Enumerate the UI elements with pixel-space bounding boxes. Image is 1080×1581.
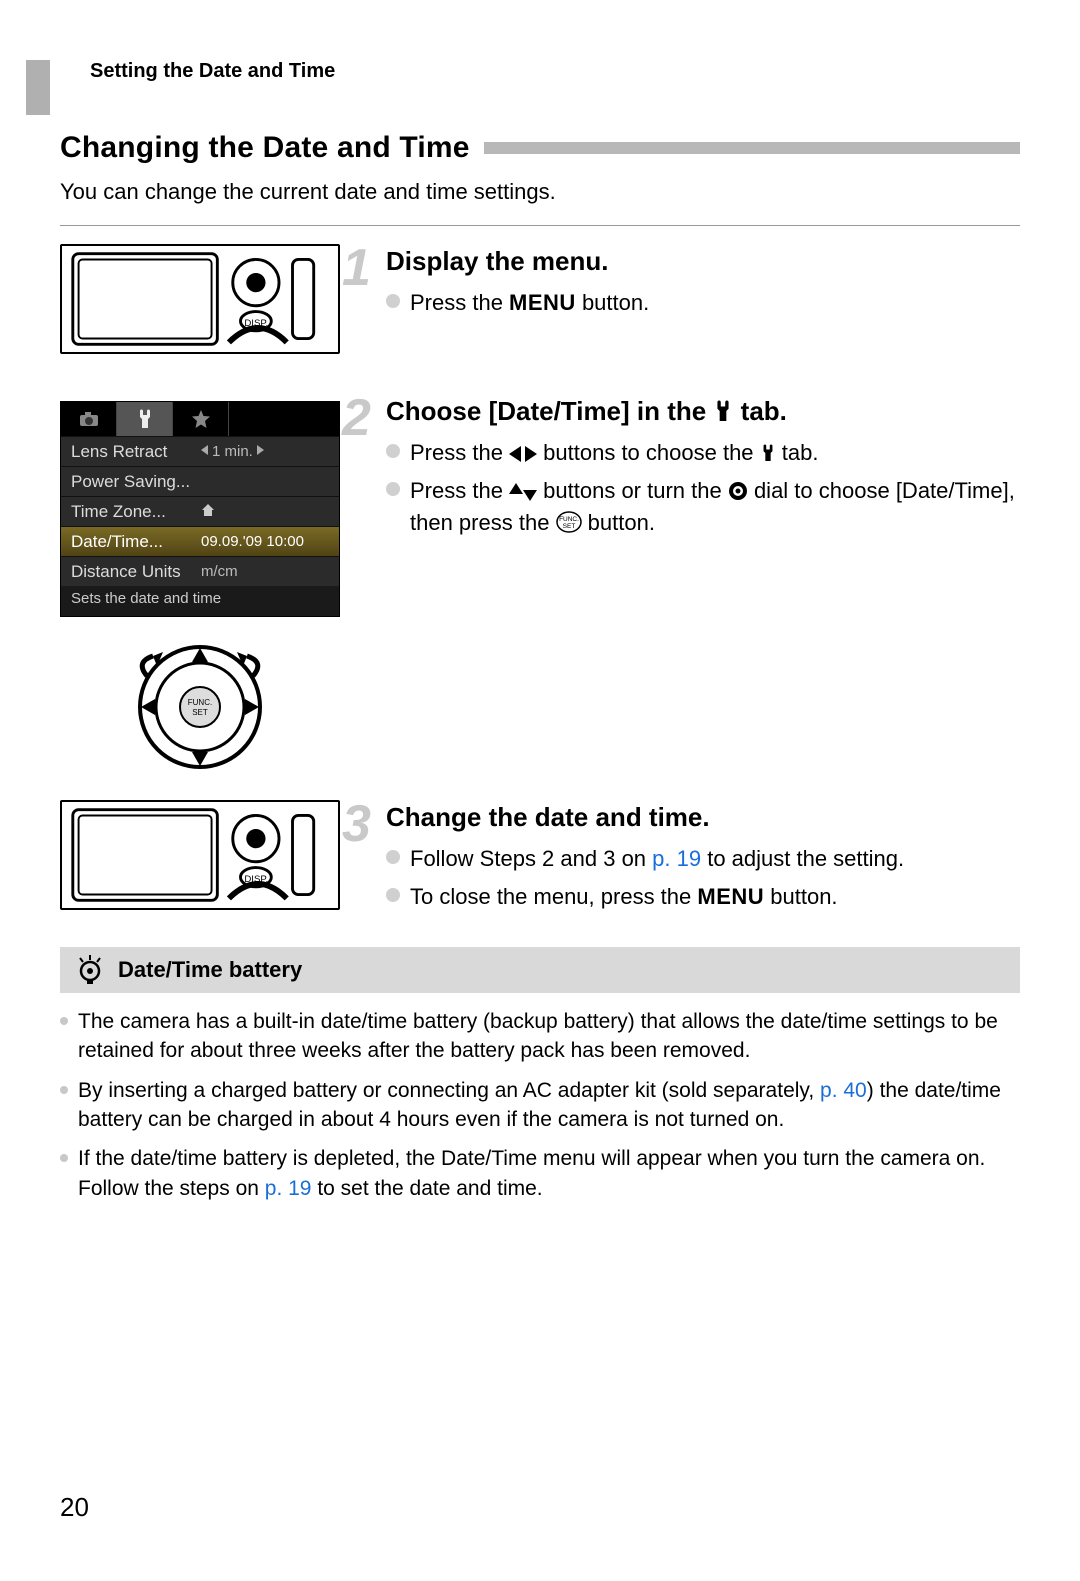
illustration-camera-back-2: DISP.	[60, 800, 340, 910]
bullet-dot	[60, 1017, 68, 1025]
up-down-arrows-icon	[509, 483, 537, 501]
text: button.	[582, 510, 655, 535]
step2-bullet2: Press the buttons or turn the dial to ch…	[386, 475, 1020, 539]
text: Press the	[410, 440, 509, 465]
menu-tab-tools	[117, 402, 173, 436]
tip-header: Date/Time battery	[60, 947, 1020, 993]
tip-title: Date/Time battery	[118, 957, 302, 983]
menu-row-date-time: Date/Time... 09.09.'09 10:00	[61, 526, 339, 556]
text: To close the menu, press the	[410, 884, 697, 909]
tools-tab-icon	[713, 399, 733, 423]
step1-bullet1: Press the MENU button.	[386, 287, 1020, 319]
illustration-camera-back-1: DISP.	[60, 244, 340, 354]
left-right-arrows-icon	[509, 445, 537, 463]
text: By inserting a charged battery or connec…	[78, 1079, 820, 1102]
text: tab.	[776, 440, 819, 465]
menu-row-distance-units: Distance Units m/cm	[61, 556, 339, 586]
menu-value	[201, 503, 329, 521]
tools-tab-icon	[760, 443, 776, 463]
section-intro: You can change the current date and time…	[60, 179, 1020, 205]
text: The camera has a built-in date/time batt…	[78, 1007, 1020, 1066]
right-arrow-icon	[257, 445, 264, 455]
step-title-3: Change the date and time.	[386, 802, 1020, 833]
divider	[60, 225, 1020, 226]
text: buttons or turn the	[537, 478, 728, 503]
step3-bullet2: To close the menu, press the MENU button…	[386, 881, 1020, 913]
page-side-tab	[26, 60, 50, 115]
step-number-1: 1	[342, 238, 371, 298]
section-title: Changing the Date and Time	[60, 131, 470, 165]
lightbulb-icon	[76, 955, 104, 985]
text: Follow Steps 2 and 3 on	[410, 846, 652, 871]
menu-footer: Sets the date and time	[61, 586, 339, 616]
tip-bullet-2: By inserting a charged battery or connec…	[60, 1076, 1020, 1135]
menu-row-time-zone: Time Zone...	[61, 496, 339, 526]
bullet-dot	[386, 294, 400, 308]
page-link-40[interactable]: p. 40	[820, 1079, 867, 1102]
step-title-2: Choose [Date/Time] in the tab.	[386, 396, 1020, 427]
text: tab.	[733, 396, 786, 426]
text: to set the date and time.	[311, 1177, 542, 1200]
text: Press the	[410, 290, 509, 315]
home-icon	[201, 503, 215, 517]
text: Choose [Date/Time] in the	[386, 396, 713, 426]
menu-tab-star	[173, 402, 229, 436]
svg-text:SET: SET	[562, 523, 575, 530]
text: to adjust the setting.	[701, 846, 904, 871]
menu-label: Lens Retract	[71, 442, 201, 462]
control-dial-icon	[728, 481, 748, 501]
text: Press the	[410, 478, 509, 503]
section-rule	[484, 142, 1020, 154]
tip-bullet-3: If the date/time battery is depleted, th…	[60, 1144, 1020, 1203]
svg-text:SET: SET	[192, 708, 208, 717]
page-link-19b[interactable]: p. 19	[265, 1177, 312, 1200]
illustration-menu-screen: Lens Retract 1 min. Power Saving... Time…	[60, 394, 340, 624]
menu-button-label: MENU	[509, 290, 576, 315]
menu-label: Date/Time...	[71, 532, 201, 552]
step-title-1: Display the menu.	[386, 246, 1020, 277]
running-header: Setting the Date and Time	[90, 60, 1020, 83]
text: buttons to choose the	[537, 440, 760, 465]
func-set-button-icon: FUNC.SET	[556, 511, 582, 533]
illustration-control-dial: FUNC. SET	[60, 642, 340, 772]
step-number-2: 2	[342, 388, 371, 448]
bullet-dot	[386, 482, 400, 496]
menu-label: Time Zone...	[71, 502, 201, 522]
menu-row-lens-retract: Lens Retract 1 min.	[61, 436, 339, 466]
menu-value: 09.09.'09 10:00	[201, 533, 329, 550]
svg-text:FUNC.: FUNC.	[559, 516, 579, 523]
menu-tab-camera	[61, 402, 117, 436]
page-link-19[interactable]: p. 19	[652, 846, 701, 871]
svg-text:FUNC.: FUNC.	[188, 698, 212, 707]
tip-bullet-1: The camera has a built-in date/time batt…	[60, 1007, 1020, 1066]
menu-value: m/cm	[201, 563, 329, 580]
page-number: 20	[60, 1492, 89, 1523]
bullet-dot	[386, 888, 400, 902]
menu-label: Distance Units	[71, 562, 201, 582]
text: button.	[576, 290, 649, 315]
text: button.	[764, 884, 837, 909]
bullet-dot	[60, 1086, 68, 1094]
step-number-3: 3	[342, 794, 371, 854]
menu-label: Power Saving...	[71, 472, 201, 492]
bullet-dot	[60, 1154, 68, 1162]
menu-row-power-saving: Power Saving...	[61, 466, 339, 496]
menu-value: 1 min.	[212, 443, 253, 460]
left-arrow-icon	[201, 445, 208, 455]
step2-bullet1: Press the buttons to choose the tab.	[386, 437, 1020, 469]
bullet-dot	[386, 850, 400, 864]
bullet-dot	[386, 444, 400, 458]
menu-button-label: MENU	[697, 884, 764, 909]
step3-bullet1: Follow Steps 2 and 3 on p. 19 to adjust …	[386, 843, 1020, 875]
